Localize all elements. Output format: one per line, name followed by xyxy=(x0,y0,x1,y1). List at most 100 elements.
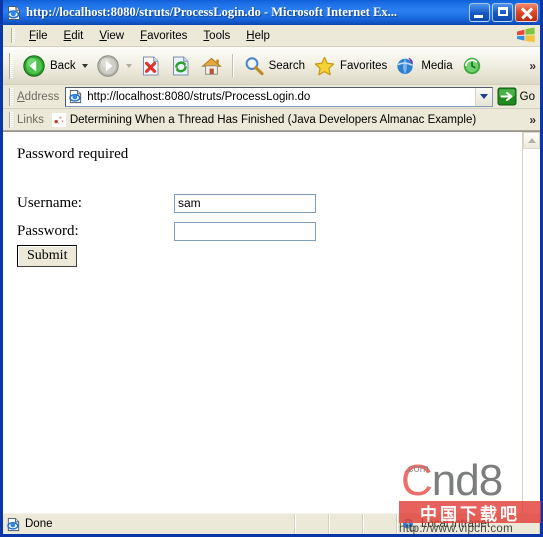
menu-view[interactable]: View xyxy=(91,28,132,44)
window-title: http://localhost:8080/struts/ProcessLogi… xyxy=(26,5,398,19)
forward-history-caret-icon[interactable] xyxy=(125,63,132,68)
windows-flag-icon xyxy=(516,27,536,44)
window-controls xyxy=(469,3,538,22)
go-button[interactable]: Go xyxy=(493,87,540,106)
address-label-mnemonic: A xyxy=(17,90,25,103)
back-button[interactable]: Back xyxy=(18,52,92,80)
menu-edit[interactable]: Edit xyxy=(56,28,92,44)
links-overflow-chevron[interactable]: » xyxy=(529,113,536,127)
history-clock-icon xyxy=(463,57,480,74)
content-area: Password required Username: Password: xyxy=(3,131,540,513)
form-row-submit: Submit xyxy=(17,245,316,267)
submit-cell: Submit xyxy=(17,245,90,267)
address-input[interactable]: http://localhost:8080/struts/ProcessLogi… xyxy=(65,86,493,107)
status-text: Done xyxy=(25,518,53,530)
link-favicon xyxy=(51,112,66,127)
chevron-down-icon xyxy=(479,94,488,99)
ie-page-icon xyxy=(7,517,20,531)
links-grip-handle[interactable] xyxy=(9,111,13,128)
link-item-label: Determining When a Thread Has Finished (… xyxy=(69,113,477,126)
username-field-cell xyxy=(90,189,316,217)
status-pane-4 xyxy=(363,514,397,534)
password-field-cell xyxy=(90,217,316,245)
media-globe-icon xyxy=(397,57,414,74)
ie-document-icon xyxy=(6,5,22,21)
forward-arrow-icon xyxy=(96,54,119,77)
vertical-scrollbar[interactable] xyxy=(522,132,540,513)
address-url-text: http://localhost:8080/struts/ProcessLogi… xyxy=(87,90,311,103)
stop-icon xyxy=(142,56,159,75)
media-button[interactable]: Media xyxy=(391,53,456,79)
media-button-label: Media xyxy=(421,59,453,72)
menu-tools[interactable]: Tools xyxy=(195,28,238,44)
links-bar-label: Links xyxy=(17,113,44,126)
forward-button[interactable] xyxy=(92,52,136,80)
history-button[interactable] xyxy=(457,53,487,79)
home-button[interactable] xyxy=(196,53,227,79)
refresh-icon xyxy=(172,56,189,75)
title-bar: http://localhost:8080/struts/ProcessLogi… xyxy=(3,0,540,25)
login-form: Username: Password: Submit xyxy=(17,189,316,267)
status-bar: Done Local intranet xyxy=(3,513,540,534)
stop-button[interactable] xyxy=(136,53,166,79)
toolbar-separator xyxy=(231,53,234,78)
menu-view-label: iew xyxy=(106,29,125,42)
address-bar: Address http://localhost:8080/struts/Pro… xyxy=(3,85,540,109)
links-bar: Links Determining When a Thread Has Fini… xyxy=(3,109,540,131)
scroll-up-button[interactable] xyxy=(523,132,540,149)
minimize-button[interactable] xyxy=(469,3,490,22)
maximize-button[interactable] xyxy=(492,3,513,22)
username-input[interactable] xyxy=(173,193,316,213)
page-message: Password required xyxy=(17,146,129,162)
favorites-button-label: Favorites xyxy=(340,59,388,72)
form-row-password: Password: xyxy=(17,217,316,245)
back-history-caret-icon[interactable] xyxy=(81,63,88,68)
menu-grip-handle[interactable] xyxy=(11,28,15,43)
ie-page-icon xyxy=(69,89,82,104)
form-row-username: Username: xyxy=(17,189,316,217)
toolbar-grip-handle[interactable] xyxy=(9,52,13,79)
favorites-button[interactable]: Favorites xyxy=(309,53,391,79)
password-label: Password: xyxy=(17,222,79,239)
menu-bar: File Edit View Favorites Tools Help xyxy=(3,25,540,47)
submit-spacer xyxy=(90,245,316,267)
browser-window-root: http://localhost:8080/struts/ProcessLogi… xyxy=(0,0,543,537)
menu-help[interactable]: Help xyxy=(238,28,278,44)
toolbar-overflow-chevron[interactable]: » xyxy=(529,59,536,73)
status-main-pane: Done xyxy=(3,514,295,534)
menu-view-mnemonic: V xyxy=(99,29,107,42)
status-zone-text: Local intranet xyxy=(421,518,491,530)
address-bar-label: Address xyxy=(17,90,60,103)
globe-network-icon xyxy=(402,518,417,531)
status-zone-pane: Local intranet xyxy=(397,514,540,534)
chevron-up-icon xyxy=(527,138,536,143)
go-arrow-icon xyxy=(497,87,517,106)
menu-favorites[interactable]: Favorites xyxy=(132,28,195,44)
menu-file-label: ile xyxy=(36,29,48,42)
address-grip-handle[interactable] xyxy=(9,87,13,106)
status-pane-3 xyxy=(329,514,363,534)
back-arrow-icon xyxy=(23,54,45,77)
menu-favorites-label: avorites xyxy=(147,29,188,42)
home-icon xyxy=(200,57,222,75)
close-button[interactable] xyxy=(515,3,538,22)
refresh-button[interactable] xyxy=(166,53,196,79)
main-toolbar: Back Search Favorites Media » xyxy=(3,47,540,85)
address-dropdown-button[interactable] xyxy=(474,87,492,106)
link-item-java-almanac[interactable]: Determining When a Thread Has Finished (… xyxy=(51,112,477,127)
search-button[interactable]: Search xyxy=(239,53,309,79)
star-icon xyxy=(314,56,335,75)
password-input[interactable] xyxy=(173,221,316,241)
username-label: Username: xyxy=(17,194,82,211)
menu-help-mnemonic: H xyxy=(246,29,255,42)
status-pane-2 xyxy=(295,514,329,534)
web-page-document: Password required Username: Password: xyxy=(3,132,522,513)
menu-edit-label: dit xyxy=(71,29,84,42)
submit-button[interactable]: Submit xyxy=(17,245,78,267)
ie-window: http://localhost:8080/struts/ProcessLogi… xyxy=(0,0,543,537)
menu-help-label: elp xyxy=(254,29,270,42)
go-button-label: Go xyxy=(519,90,535,103)
menu-file[interactable]: File xyxy=(21,28,56,44)
scrollbar-track[interactable] xyxy=(523,149,540,513)
menu-file-mnemonic: F xyxy=(29,29,37,42)
